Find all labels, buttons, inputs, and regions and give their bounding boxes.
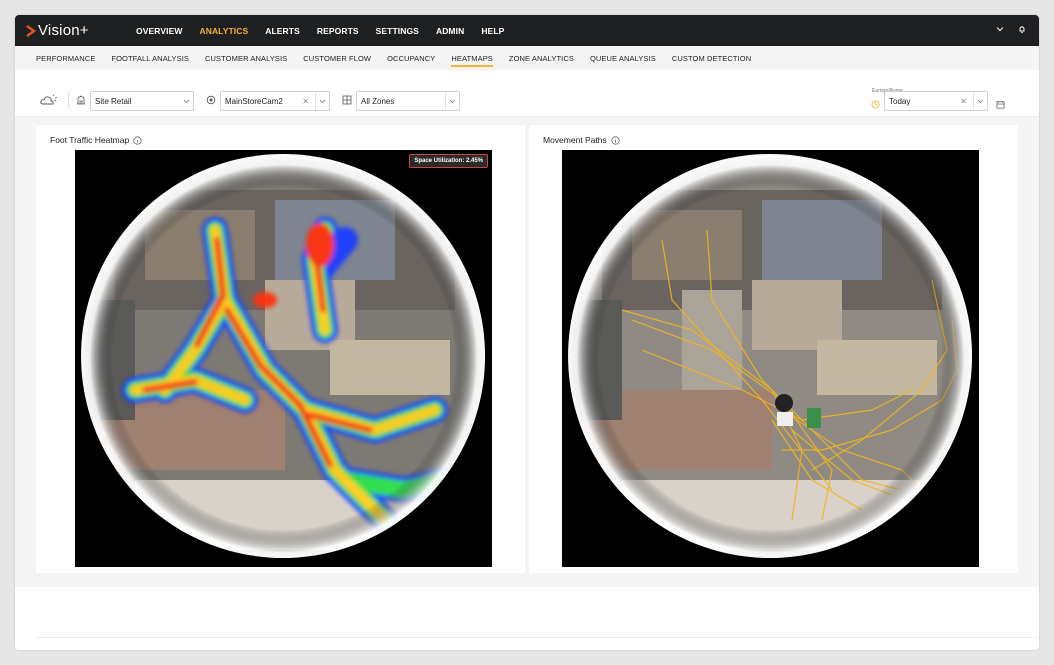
nav-help[interactable]: HELP [481, 26, 504, 36]
nav-reports[interactable]: REPORTS [317, 26, 359, 36]
clear-icon[interactable]: ✕ [302, 97, 309, 106]
clear-icon[interactable]: ✕ [960, 97, 967, 106]
nav-alerts[interactable]: ALERTS [265, 26, 300, 36]
filter-bar: Site Retail MainStoreCam2 ✕ All Zones Eu… [15, 70, 1039, 117]
site-select[interactable]: Site Retail [90, 91, 194, 111]
chevron-down-icon [315, 92, 329, 110]
calendar-icon[interactable] [996, 100, 1005, 109]
nav-settings[interactable]: SETTINGS [376, 26, 419, 36]
camera-select[interactable]: MainStoreCam2 ✕ [220, 91, 330, 111]
movement-paths-title-text: Movement Paths [543, 135, 607, 145]
tab-performance[interactable]: PERFORMANCE [36, 54, 95, 63]
nav-overview[interactable]: OVERVIEW [136, 26, 182, 36]
building-icon [77, 95, 85, 105]
tab-footfall-analysis[interactable]: FOOTFALL ANALYSIS [111, 54, 189, 63]
tab-occupancy[interactable]: OCCUPANCY [387, 54, 435, 63]
heatmap-title: Foot Traffic Heatmap [50, 135, 142, 145]
brand-logo[interactable]: Vision+ [26, 22, 126, 39]
tab-queue-analysis[interactable]: QUEUE ANALYSIS [590, 54, 656, 63]
tab-customer-flow[interactable]: CUSTOMER FLOW [303, 54, 371, 63]
heatmap-title-text: Foot Traffic Heatmap [50, 135, 130, 145]
space-utilization-badge: Space Utilization: 2.45% [409, 154, 488, 168]
zones-select-value: All Zones [361, 96, 395, 106]
tab-custom-detection[interactable]: CUSTOM DETECTION [672, 54, 751, 63]
heatmap-image: Space Utilization: 2.45% [75, 150, 492, 567]
chevron-down-icon[interactable] [995, 24, 1005, 34]
zones-icon [342, 95, 352, 105]
footer-area [15, 587, 1039, 650]
weather-icon[interactable] [40, 94, 58, 106]
chevron-down-icon [179, 92, 193, 110]
zones-select[interactable]: All Zones [356, 91, 460, 111]
heatmap-scene [75, 150, 492, 567]
heatmap-panel: Foot Traffic Heatmap Space Utilization: … [36, 125, 525, 573]
content-area: Foot Traffic Heatmap Space Utilization: … [15, 117, 1039, 587]
movement-paths-panel: Movement Paths [529, 125, 1018, 573]
date-select-value: Today [889, 96, 911, 106]
nav-admin[interactable]: ADMIN [436, 26, 464, 36]
main-nav: OVERVIEW ANALYTICS ALERTS REPORTS SETTIN… [136, 26, 521, 36]
camera-select-value: MainStoreCam2 [225, 96, 283, 106]
camera-icon [206, 95, 216, 105]
info-icon[interactable] [133, 135, 142, 145]
movement-paths-scene [562, 150, 979, 567]
movement-paths-image [562, 150, 979, 567]
top-bar: Vision+ OVERVIEW ANALYTICS ALERTS REPORT… [15, 15, 1039, 46]
bell-icon[interactable] [1017, 24, 1027, 34]
topbar-actions [995, 24, 1027, 34]
chevron-down-icon [445, 92, 459, 110]
app-window: Vision+ OVERVIEW ANALYTICS ALERTS REPORT… [15, 15, 1039, 650]
tab-zone-analytics[interactable]: ZONE ANALYTICS [509, 54, 574, 63]
tab-heatmaps[interactable]: HEATMAPS [451, 54, 493, 67]
brand-name: Vision+ [38, 22, 89, 39]
clock-icon [871, 100, 880, 109]
movement-paths-title: Movement Paths [543, 135, 620, 145]
site-select-value: Site Retail [95, 96, 132, 106]
divider [68, 92, 69, 108]
tab-customer-analysis[interactable]: CUSTOMER ANALYSIS [205, 54, 287, 63]
chevron-down-icon [973, 92, 987, 110]
nav-analytics[interactable]: ANALYTICS [199, 26, 248, 36]
divider [35, 637, 1039, 638]
sub-nav: PERFORMANCE FOOTFALL ANALYSIS CUSTOMER A… [15, 46, 1039, 70]
logo-chevron-icon [26, 24, 36, 37]
date-select[interactable]: Today ✕ [884, 91, 988, 111]
info-icon[interactable] [611, 135, 620, 145]
